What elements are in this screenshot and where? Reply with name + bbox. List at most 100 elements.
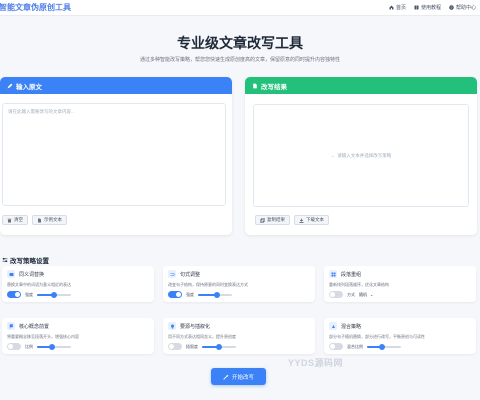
page-title: 专业级文章改写工具 xyxy=(177,35,303,51)
card-title: 段落重组 xyxy=(341,271,362,278)
strategy-toggle[interactable] xyxy=(168,291,182,298)
strategy-toggle[interactable] xyxy=(7,343,21,350)
card-controls: 混合比例 xyxy=(329,343,401,350)
intensity-slider[interactable] xyxy=(37,291,71,298)
output-actions: 复制结果 下载文本 xyxy=(255,215,329,225)
control-label: 比例 xyxy=(25,343,33,349)
svg-text:?: ? xyxy=(451,6,453,10)
card-controls: 插叙度 xyxy=(168,343,236,350)
strategy-section-title: 改写策略设置 xyxy=(2,255,49,265)
strategy-card-synonym: 同义词替换 替换文章中的词语为意义相近的表达 强度 xyxy=(2,266,154,302)
nav-link-label: 首页 xyxy=(395,5,406,11)
nav-link-home[interactable]: 首页 xyxy=(389,4,406,11)
source-text-input[interactable]: 请在此输入需要改写的文章内容... xyxy=(2,103,226,206)
nav-link-tutorial[interactable]: 使用教程 xyxy=(414,4,441,11)
nav-link-help[interactable]: ? 帮助中心 xyxy=(449,4,476,11)
result-output[interactable]: ← 请输入文本并选择改写策略 xyxy=(253,104,469,207)
output-panel-title: 改写结果 xyxy=(261,83,287,91)
card-description: 替换文章中的词语为意义相近的表达 xyxy=(7,282,71,287)
strategy-title-label: 改写策略设置 xyxy=(10,258,49,265)
card-description: 部分句子随机替换，部分进行改写，平衡原创与可读性 xyxy=(329,334,425,339)
strategy-toggle[interactable] xyxy=(329,291,343,298)
empty-hint: 请输入文本并选择改写策略 xyxy=(337,152,392,158)
copy-result-button[interactable]: 复制结果 xyxy=(255,215,290,225)
strategy-toggle[interactable] xyxy=(7,291,21,298)
magic-wand-icon xyxy=(223,374,229,380)
clear-button-label: 清空 xyxy=(14,217,23,222)
navbar: 智能文章伪原创工具 首页 使用教程 ? 帮助中心 xyxy=(0,0,480,16)
card-controls: 比例 xyxy=(7,343,71,350)
intensity-slider[interactable] xyxy=(198,291,232,298)
control-label: 方式 xyxy=(347,291,355,297)
input-actions: 清空 示例文本 xyxy=(2,215,67,225)
pen-icon xyxy=(7,83,13,88)
example-button-label: 示例文本 xyxy=(44,217,62,222)
strategy-card-sentence: 句式调整 改变句子结构，保持原意的同时变换表达方式 强度 xyxy=(163,266,315,302)
example-text-button[interactable]: 示例文本 xyxy=(32,215,67,225)
download-button-label: 下载文本 xyxy=(306,217,324,222)
card-header: 要源与插叙化 xyxy=(168,322,210,330)
output-panel: 改写结果 ← 请输入文本并选择改写策略 复制结果 下载文本 xyxy=(245,77,477,235)
synonym-icon xyxy=(7,270,15,278)
watermark: YYDS源码网 xyxy=(288,358,344,368)
strategy-card-concept: 核心概念前置 将重要概念移至段落开头，增强核心内容 比例 xyxy=(2,318,154,354)
input-panel-title: 输入原文 xyxy=(16,83,42,91)
flag-icon xyxy=(7,322,15,330)
card-controls: 强度 xyxy=(7,291,71,298)
card-title: 核心概念前置 xyxy=(19,323,50,330)
card-header: 混合策略 xyxy=(329,322,361,330)
bulb-icon xyxy=(168,322,176,330)
brand-title[interactable]: 智能文章伪原创工具 xyxy=(0,2,71,13)
clear-button[interactable]: 清空 xyxy=(2,215,28,225)
copy-icon xyxy=(260,217,265,223)
card-description: 改变句子结构，保持原意的同时变换表达方式 xyxy=(168,282,248,287)
card-title: 同义词替换 xyxy=(19,271,45,278)
book-icon xyxy=(414,5,419,10)
card-title: 句式调整 xyxy=(180,271,201,278)
card-controls: 方式 随机 ⌄ xyxy=(329,291,373,298)
arrow-left-icon: ← xyxy=(330,153,336,158)
file-icon xyxy=(38,218,41,222)
output-panel-header: 改写结果 xyxy=(245,77,477,94)
card-description: 重新排列段落顺序，优化文章结构 xyxy=(329,282,389,287)
card-description: 将重要概念移至段落开头，增强核心内容 xyxy=(7,334,79,339)
nav-link-label: 帮助中心 xyxy=(455,5,476,11)
card-header: 段落重组 xyxy=(329,270,361,278)
degree-slider[interactable] xyxy=(202,343,236,350)
strategy-card-paragraph: 段落重组 重新排列段落顺序，优化文章结构 方式 随机 ⌄ xyxy=(324,266,476,302)
page-subtitle: 通过多种智能改写策略，帮您您快速生成原创度高的文章，保留原意的同时提升内容独特性 xyxy=(139,57,340,63)
control-label: 强度 xyxy=(25,291,33,297)
strategy-card-expression: 要源与插叙化 用不同方式表达相同含义，提升原创度 插叙度 xyxy=(163,318,315,354)
help-icon: ? xyxy=(449,5,454,10)
home-icon xyxy=(389,5,394,10)
strategy-card-mixed: 混合策略 部分句子随机替换，部分进行改写，平衡原创与可读性 混合比例 xyxy=(324,318,476,354)
grid-icon xyxy=(329,270,337,278)
chevron-down-icon: ⌄ xyxy=(370,292,374,297)
card-header: 同义词替换 xyxy=(7,270,44,278)
start-button-label: 开始改写 xyxy=(231,374,254,381)
card-header: 句式调整 xyxy=(168,270,200,278)
download-icon xyxy=(299,218,304,223)
download-button[interactable]: 下载文本 xyxy=(294,215,329,225)
strategy-toggle[interactable] xyxy=(329,343,343,350)
shuffle-icon xyxy=(168,270,176,278)
control-label: 混合比例 xyxy=(347,343,363,349)
control-label: 插叙度 xyxy=(186,343,198,349)
order-select[interactable]: 随机 ⌄ xyxy=(359,292,373,298)
nav-links: 首页 使用教程 ? 帮助中心 xyxy=(389,4,476,11)
ratio-slider[interactable] xyxy=(37,343,71,350)
sliders-icon xyxy=(2,257,8,263)
mix-ratio-slider[interactable] xyxy=(367,343,401,350)
copy-button-label: 复制结果 xyxy=(267,217,285,222)
card-title: 混合策略 xyxy=(341,323,362,330)
start-rewrite-button[interactable]: 开始改写 xyxy=(211,368,266,385)
select-value: 随机 xyxy=(359,291,367,297)
strategy-toggle[interactable] xyxy=(168,343,182,350)
trash-icon xyxy=(7,218,12,222)
mix-icon xyxy=(329,322,337,330)
input-panel: 输入原文 请在此输入需要改写的文章内容... 清空 示例文本 xyxy=(0,77,232,235)
input-panel-header: 输入原文 xyxy=(0,77,232,94)
card-controls: 强度 xyxy=(168,291,232,298)
card-title: 要源与插叙化 xyxy=(180,323,211,330)
document-icon xyxy=(253,83,257,88)
